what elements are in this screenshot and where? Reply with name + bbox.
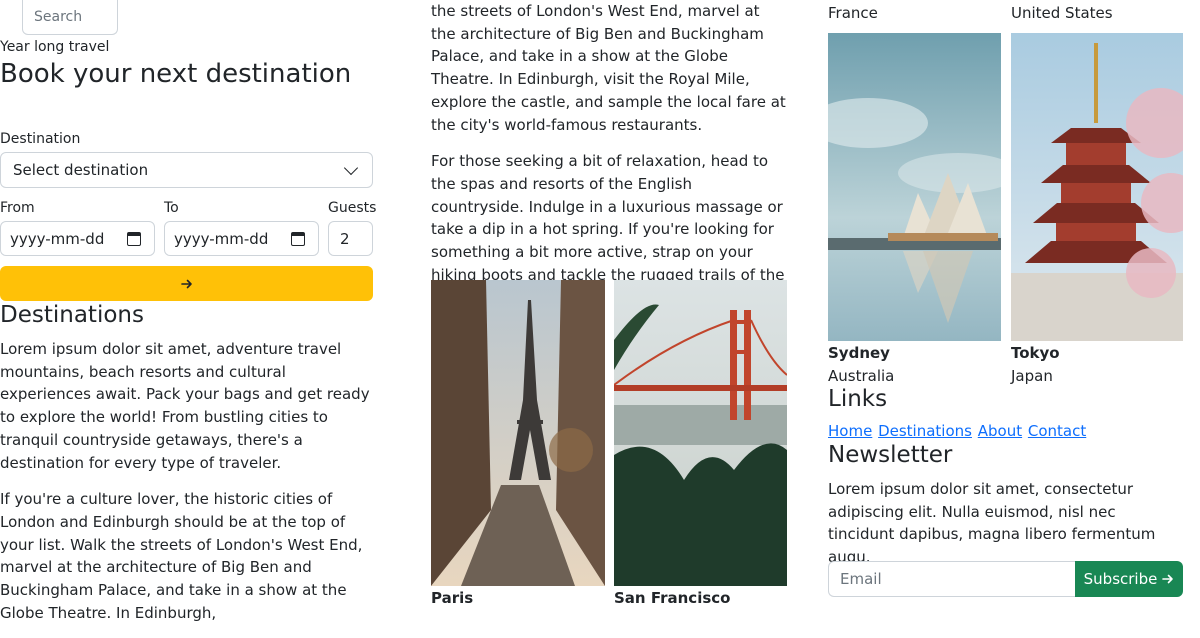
email-input[interactable] [828,561,1075,597]
card-city: Paris [431,589,474,607]
guests-input[interactable]: 2 [328,221,373,256]
from-label: From [0,200,35,216]
calendar-icon[interactable] [127,231,141,246]
middle-text: the streets of London's West End, marvel… [431,0,787,323]
subscribe-button[interactable]: Subscribe [1075,561,1183,597]
hero-eyebrow: Year long travel [0,39,110,55]
destination-select-value: Select destination [13,161,149,179]
subscribe-label: Subscribe [1083,570,1158,588]
card-country: United States [1011,4,1113,22]
footer-links: Home Destinations About Contact [828,422,1087,440]
card-city: Tokyo [1011,344,1060,362]
tokyo-image [1011,33,1183,341]
link-about[interactable]: About [978,422,1022,440]
destination-select[interactable]: Select destination [0,152,373,188]
newsletter-heading: Newsletter [828,442,953,468]
san-francisco-image [614,280,787,586]
middle-paragraph: the streets of London's West End, marvel… [431,2,786,134]
arrow-right-icon [180,279,192,288]
page-title: Book your next destination [0,59,352,89]
link-destinations[interactable]: Destinations [878,422,972,440]
card-country: France [828,4,878,22]
guests-label: Guests [328,200,377,216]
destinations-text: Lorem ipsum dolor sit amet, adventure tr… [0,338,373,638]
guests-value: 2 [340,229,350,248]
links-heading: Links [828,386,888,412]
destinations-heading: Destinations [0,302,144,328]
to-label: To [164,200,179,216]
to-date-input[interactable]: yyyy-mm-dd [164,221,319,256]
link-home[interactable]: Home [828,422,872,440]
search-input[interactable] [22,0,118,35]
link-contact[interactable]: Contact [1028,422,1086,440]
destinations-paragraph: If you're a culture lover, the historic … [0,490,363,622]
chevron-down-icon [343,160,359,175]
card-city: Sydney [828,344,890,362]
arrow-right-icon [1162,574,1174,584]
to-date-value: yyyy-mm-dd [174,229,269,248]
card-country: Japan [1011,367,1053,385]
card-city: San Francisco [614,589,731,607]
from-date-value: yyyy-mm-dd [10,229,105,248]
calendar-icon[interactable] [291,231,305,246]
sydney-image [828,33,1001,341]
newsletter-text: Lorem ipsum dolor sit amet, consectetur … [828,480,1156,567]
destination-label: Destination [0,131,81,147]
paris-image [431,280,605,586]
destinations-paragraph: Lorem ipsum dolor sit amet, adventure tr… [0,340,370,472]
card-country: Australia [828,367,895,385]
from-date-input[interactable]: yyyy-mm-dd [0,221,155,256]
search-submit-button[interactable] [0,266,373,301]
